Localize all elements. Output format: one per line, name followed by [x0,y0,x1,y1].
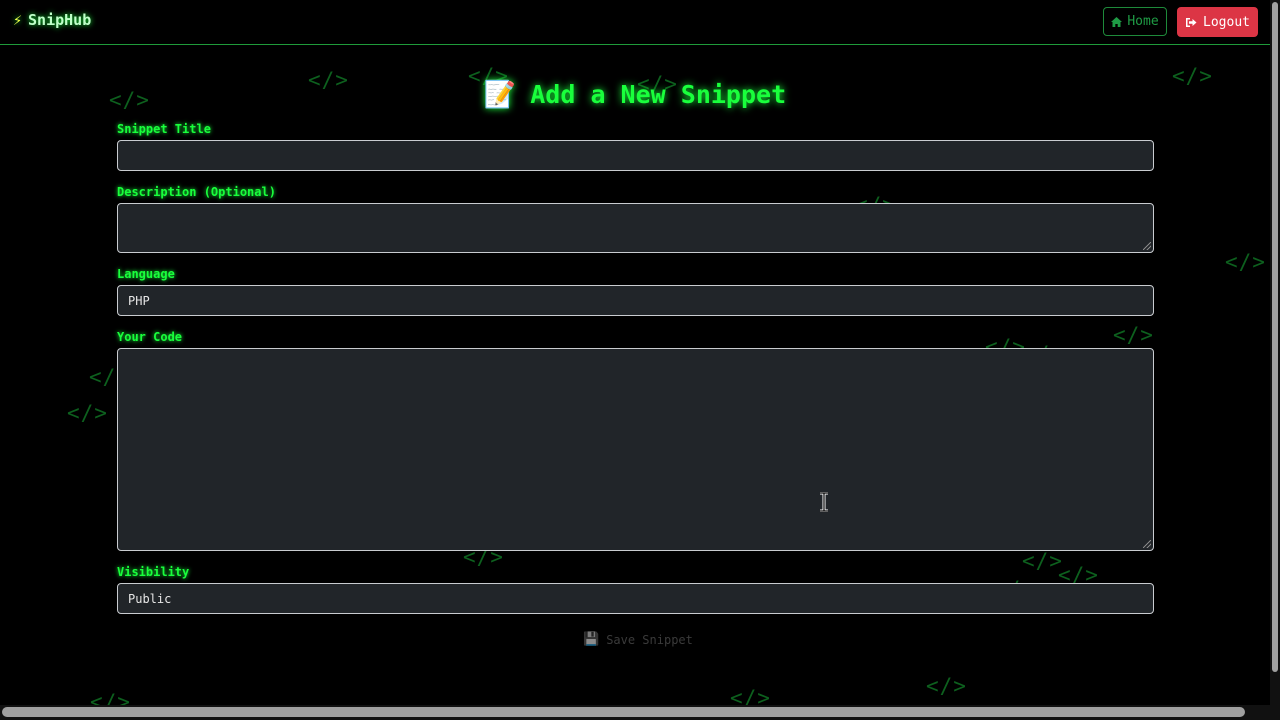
page-title-text: Add a New Snippet [530,80,787,109]
horizontal-scrollbar-thumb[interactable] [2,707,1245,717]
vertical-scrollbar-thumb[interactable] [1272,2,1278,672]
vertical-scrollbar[interactable] [1270,0,1280,720]
snippet-title-label: Snippet Title [117,122,211,136]
memo-icon: 📝 [483,80,517,110]
logout-button-label: Logout [1203,14,1250,30]
bg-code-tag: </> [926,674,967,698]
save-snippet-button[interactable]: 💾 Save Snippet [583,632,693,647]
page-title: 📝 Add a New Snippet [0,80,1270,110]
visibility-selected-value: Public [128,591,172,606]
description-label: Description (Optional) [117,185,276,199]
logout-icon [1186,17,1197,27]
visibility-select[interactable]: Public [117,583,1154,614]
resize-handle-icon[interactable] [1143,540,1151,548]
snippet-title-input[interactable] [117,140,1154,171]
horizontal-scrollbar[interactable] [0,705,1270,720]
bg-code-tag: </> [1225,250,1266,274]
bg-code-tag: </> [67,401,108,425]
bg-code-tag: </> [1113,323,1154,347]
code-label: Your Code [117,330,183,344]
logout-button[interactable]: Logout [1177,7,1258,37]
language-selected-value: PHP [128,293,150,308]
lightning-icon: ⚡ [13,11,23,29]
home-icon [1111,16,1123,27]
navbar: ⚡ SnipHub Home Logout [0,0,1270,45]
bg-code-tag: </> [1022,549,1063,573]
language-select[interactable]: PHP [117,285,1154,316]
language-label: Language [117,267,175,281]
code-textarea[interactable] [117,348,1154,551]
save-snippet-label: Save Snippet [606,632,693,647]
floppy-disk-icon: 💾 [583,632,600,647]
text-cursor-icon [820,492,828,512]
visibility-label: Visibility [117,565,190,579]
description-textarea[interactable] [117,203,1154,253]
resize-handle-icon[interactable] [1143,242,1151,250]
home-button-label: Home [1127,14,1159,29]
home-button[interactable]: Home [1103,7,1167,36]
brand-name: SnipHub [28,11,92,29]
brand-logo[interactable]: ⚡ SnipHub [13,11,91,29]
